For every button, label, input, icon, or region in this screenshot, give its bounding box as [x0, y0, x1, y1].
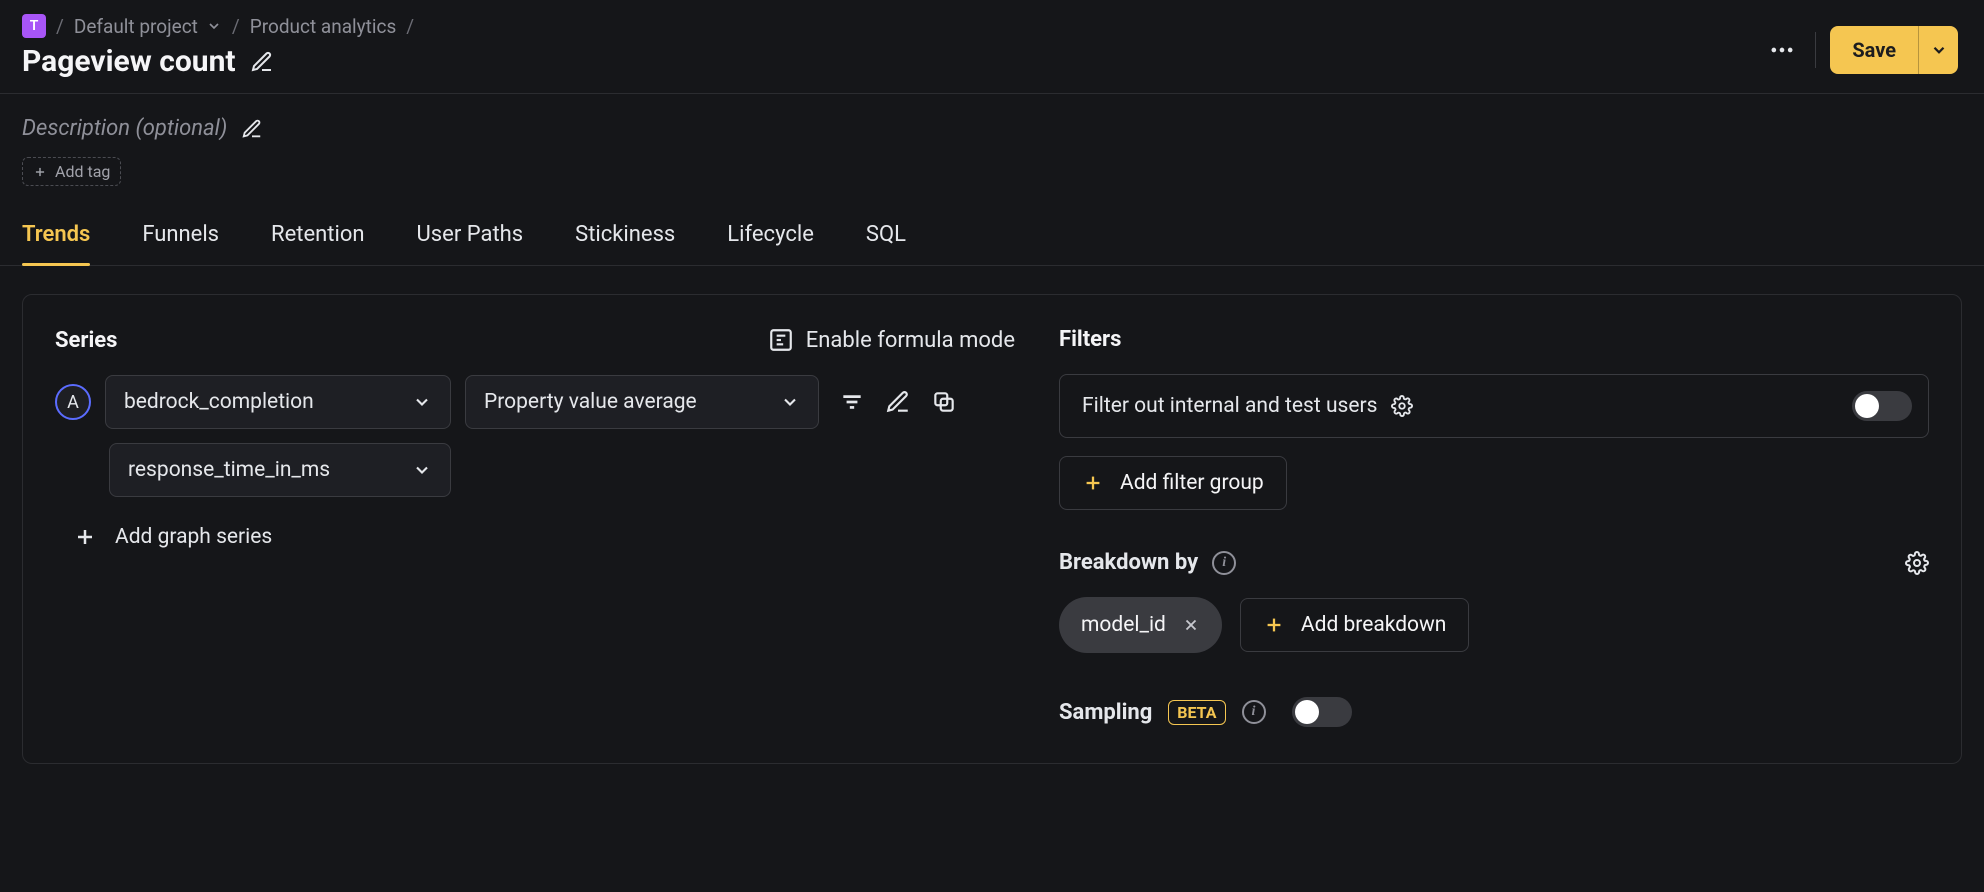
filter-icon: [839, 389, 865, 415]
add-filter-group-label: Add filter group: [1120, 471, 1264, 495]
plus-icon: [33, 165, 47, 179]
property-select[interactable]: response_time_in_ms: [109, 443, 451, 497]
add-series-label: Add graph series: [115, 525, 272, 549]
enable-formula-mode-button[interactable]: Enable formula mode: [768, 327, 1015, 353]
add-breakdown-label: Add breakdown: [1301, 613, 1447, 637]
project-icon[interactable]: T: [22, 14, 46, 38]
breadcrumb-project-label: Default project: [74, 15, 198, 38]
page-title: Pageview count: [22, 44, 236, 79]
breadcrumb-section[interactable]: Product analytics: [250, 15, 397, 38]
dots-horizontal-icon: [1768, 36, 1796, 64]
chevron-down-icon: [412, 392, 432, 412]
chevron-down-icon: [206, 18, 222, 34]
close-icon: [1182, 616, 1200, 634]
save-button[interactable]: Save: [1830, 26, 1918, 74]
more-options-button[interactable]: [1763, 31, 1801, 69]
pencil-icon: [885, 389, 911, 415]
add-tag-button[interactable]: Add tag: [22, 157, 121, 186]
description-field[interactable]: Description (optional): [22, 116, 1962, 141]
internal-filter-toggle[interactable]: [1852, 391, 1912, 421]
internal-filter-settings-button[interactable]: [1391, 395, 1413, 417]
internal-users-filter-row: Filter out internal and test users: [1059, 374, 1929, 438]
internal-filter-label: Filter out internal and test users: [1082, 394, 1377, 418]
filters-section-title: Filters: [1059, 327, 1929, 352]
beta-badge: BETA: [1168, 700, 1225, 725]
pencil-icon: [241, 118, 263, 140]
info-icon[interactable]: i: [1212, 551, 1236, 575]
add-tag-label: Add tag: [55, 162, 110, 181]
edit-title-button[interactable]: [250, 50, 274, 74]
breadcrumb-section-label: Product analytics: [250, 15, 397, 38]
plus-icon: [73, 525, 97, 549]
plus-icon: [1263, 614, 1285, 636]
breakdown-chip-label: model_id: [1081, 613, 1166, 637]
sampling-toggle[interactable]: [1292, 697, 1352, 727]
tab-user-paths[interactable]: User Paths: [417, 222, 524, 265]
pencil-icon: [250, 50, 274, 74]
toggle-knob: [1855, 394, 1879, 418]
save-button-group: Save: [1830, 26, 1958, 74]
tab-funnels[interactable]: Funnels: [142, 222, 219, 265]
breadcrumb-separator: /: [232, 15, 240, 38]
info-icon[interactable]: i: [1242, 700, 1266, 724]
remove-breakdown-button[interactable]: [1182, 616, 1200, 634]
formula-icon: [768, 327, 794, 353]
breakdown-section-title: Breakdown by: [1059, 550, 1198, 575]
chevron-down-icon: [1930, 41, 1948, 59]
tab-stickiness[interactable]: Stickiness: [575, 222, 675, 265]
divider: [1815, 32, 1816, 68]
gear-icon: [1391, 395, 1413, 417]
breadcrumb-separator: /: [56, 15, 64, 38]
gear-icon: [1905, 551, 1929, 575]
aggregation-select-value: Property value average: [484, 390, 697, 414]
duplicate-series-button[interactable]: [931, 389, 957, 415]
series-letter-badge: A: [55, 384, 91, 420]
query-builder-card: Series Enable formula mode A bedrock_com…: [22, 294, 1962, 764]
tab-lifecycle[interactable]: Lifecycle: [727, 222, 814, 265]
breadcrumb: T / Default project / Product analytics …: [22, 14, 414, 38]
event-select-value: bedrock_completion: [124, 390, 314, 414]
breadcrumb-separator: /: [406, 15, 414, 38]
series-section-title: Series: [55, 328, 118, 353]
event-select[interactable]: bedrock_completion: [105, 375, 451, 429]
sampling-label: Sampling: [1059, 700, 1152, 725]
tab-trends[interactable]: Trends: [22, 222, 90, 265]
save-dropdown-button[interactable]: [1918, 26, 1958, 74]
tab-sql[interactable]: SQL: [866, 222, 906, 265]
formula-toggle-label: Enable formula mode: [806, 328, 1015, 353]
rename-series-button[interactable]: [885, 389, 911, 415]
add-filter-group-button[interactable]: Add filter group: [1059, 456, 1287, 510]
add-breakdown-button[interactable]: Add breakdown: [1240, 598, 1470, 652]
filter-series-button[interactable]: [839, 389, 865, 415]
chevron-down-icon: [412, 460, 432, 480]
copy-icon: [931, 389, 957, 415]
description-placeholder: Description (optional): [22, 116, 227, 141]
breakdown-settings-button[interactable]: [1905, 551, 1929, 575]
plus-icon: [1082, 472, 1104, 494]
insight-tabs: Trends Funnels Retention User Paths Stic…: [0, 194, 1984, 266]
tab-retention[interactable]: Retention: [271, 222, 364, 265]
toggle-knob: [1295, 700, 1319, 724]
property-select-value: response_time_in_ms: [128, 458, 330, 482]
add-graph-series-button[interactable]: Add graph series: [73, 525, 1015, 549]
edit-description-button[interactable]: [241, 118, 263, 140]
breakdown-chip[interactable]: model_id: [1059, 597, 1222, 653]
aggregation-select[interactable]: Property value average: [465, 375, 819, 429]
chevron-down-icon: [780, 392, 800, 412]
breadcrumb-project[interactable]: Default project: [74, 15, 222, 38]
